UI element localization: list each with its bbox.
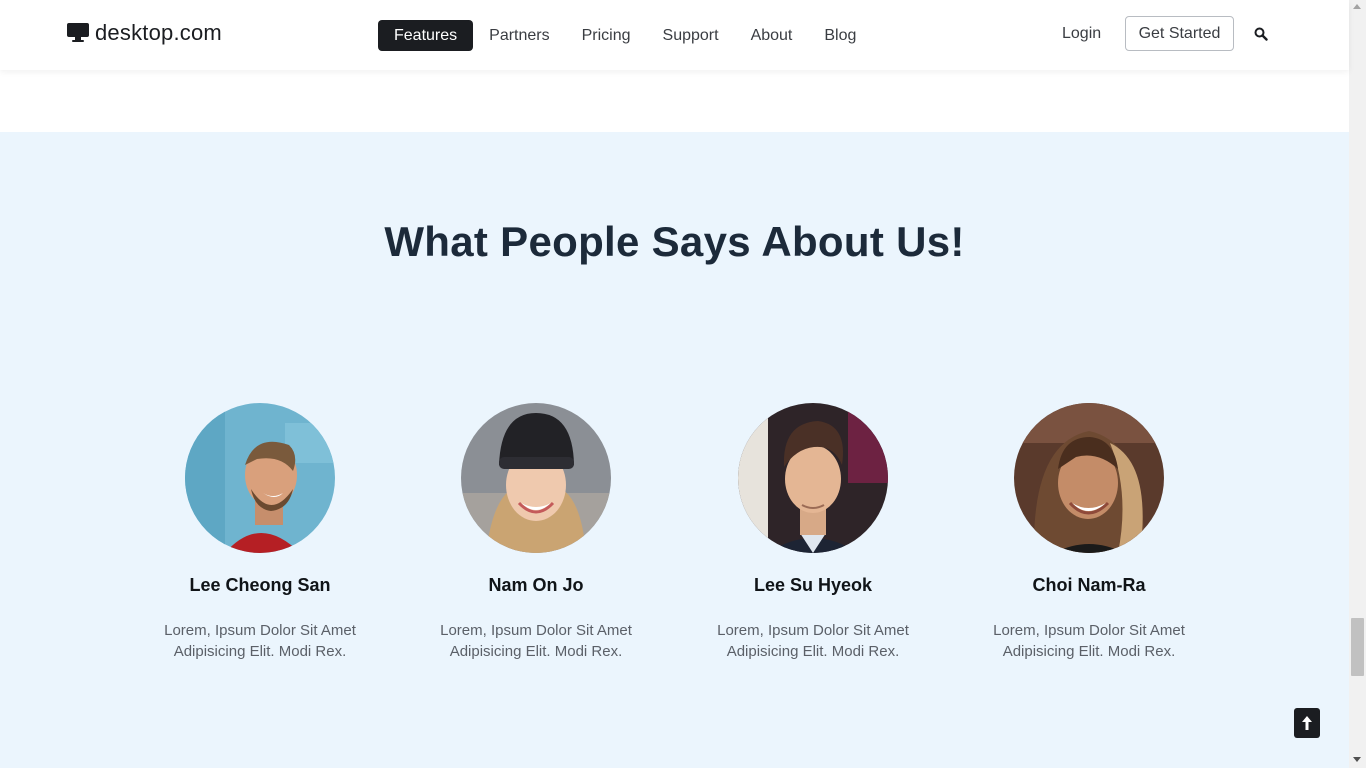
avatar	[738, 403, 888, 553]
page-scrollbar[interactable]	[1349, 0, 1366, 768]
avatar	[185, 403, 335, 553]
testimonial-text: Lorem, Ipsum Dolor Sit Amet Adipisicing …	[421, 620, 651, 662]
testimonial-line: Adipisicing Elit. Modi Rex.	[1002, 643, 1176, 660]
testimonial-card: Lee Su Hyeok Lorem, Ipsum Dolor Sit Amet…	[698, 403, 928, 662]
login-link[interactable]: Login	[1062, 25, 1101, 43]
testimonial-line: Adipisicing Elit. Modi Rex.	[173, 643, 347, 660]
search-icon	[1254, 27, 1268, 41]
testimonial-text: Lorem, Ipsum Dolor Sit Amet Adipisicing …	[145, 620, 375, 662]
nav-features[interactable]: Features	[378, 20, 474, 51]
nav-pricing[interactable]: Pricing	[566, 20, 647, 51]
testimonial-card: Lee Cheong San Lorem, Ipsum Dolor Sit Am…	[145, 403, 375, 662]
testimonial-text: Lorem, Ipsum Dolor Sit Amet Adipisicing …	[698, 620, 928, 662]
testimonial-card: Choi Nam-Ra Lorem, Ipsum Dolor Sit Amet …	[974, 403, 1204, 662]
scroll-up-arrow-icon[interactable]	[1353, 4, 1361, 9]
person-name: Lee Su Hyeok	[753, 575, 873, 595]
person-name: Lee Cheong San	[189, 575, 331, 595]
arrow-up-icon	[1302, 716, 1312, 730]
section-title: What People Says About Us!	[384, 218, 965, 265]
scroll-thumb[interactable]	[1351, 618, 1364, 676]
monitor-icon	[67, 23, 89, 42]
testimonial-card: Nam On Jo Lorem, Ipsum Dolor Sit Amet Ad…	[421, 403, 651, 662]
testimonial-line: Lorem, Ipsum Dolor Sit Amet	[993, 622, 1185, 639]
testimonials-section: What People Says About Us! Lee Cheong Sa…	[0, 132, 1349, 768]
scroll-down-arrow-icon[interactable]	[1353, 757, 1361, 762]
person-name: Nam On Jo	[488, 575, 584, 595]
testimonial-line: Lorem, Ipsum Dolor Sit Amet	[717, 622, 909, 639]
testimonial-line: Lorem, Ipsum Dolor Sit Amet	[440, 622, 632, 639]
logo-text: desktop.com	[95, 20, 222, 45]
logo-link[interactable]: desktop.com	[66, 20, 222, 46]
avatar	[1014, 403, 1164, 553]
testimonial-line: Adipisicing Elit. Modi Rex.	[726, 643, 900, 660]
nav-about[interactable]: About	[735, 20, 809, 51]
avatar	[461, 403, 611, 553]
nav-support[interactable]: Support	[647, 20, 735, 51]
testimonial-line: Lorem, Ipsum Dolor Sit Amet	[164, 622, 356, 639]
nav-partners[interactable]: Partners	[473, 20, 565, 51]
search-button[interactable]	[1254, 27, 1268, 41]
nav-blog[interactable]: Blog	[808, 20, 872, 51]
spacer-band	[0, 70, 1349, 132]
testimonial-text: Lorem, Ipsum Dolor Sit Amet Adipisicing …	[974, 620, 1204, 662]
person-name: Choi Nam-Ra	[1032, 575, 1146, 595]
testimonial-line: Adipisicing Elit. Modi Rex.	[449, 643, 623, 660]
get-started-button[interactable]: Get Started	[1125, 16, 1234, 51]
main-nav: Features Partners Pricing Support About …	[378, 20, 872, 51]
site-header: desktop.com Features Partners Pricing Su…	[0, 0, 1349, 70]
back-to-top-button[interactable]	[1294, 708, 1320, 738]
